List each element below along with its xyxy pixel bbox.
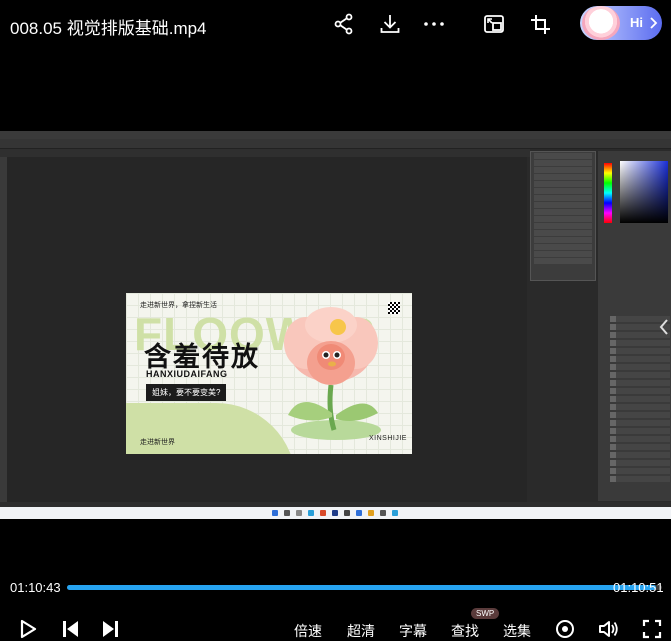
photoshop-hue-slider xyxy=(604,163,612,223)
speed-button[interactable]: 倍速 xyxy=(294,621,322,641)
fullscreen-icon[interactable] xyxy=(641,618,663,640)
search-button[interactable]: 查找 xyxy=(451,621,479,641)
photoshop-tab-bar xyxy=(0,149,530,157)
download-icon[interactable] xyxy=(378,12,402,36)
poster-tagline: 走进新世界，拿捏新生活 xyxy=(140,302,217,309)
poster-pinyin: HANXIUDAIFANG xyxy=(146,369,228,379)
top-bar: 008.05 视觉排版基础.mp4 Hi xyxy=(0,0,671,50)
settings-icon[interactable] xyxy=(554,618,576,640)
poster-button: 姐妹，要不要变美? xyxy=(146,384,227,401)
total-time: 01:10:51 xyxy=(613,580,664,595)
progress-fill xyxy=(67,585,657,590)
flower-illustration xyxy=(284,307,381,440)
next-icon[interactable] xyxy=(99,618,121,640)
chevron-left-icon[interactable] xyxy=(659,319,669,335)
poster-footer-right: XINSHIJIE xyxy=(369,435,407,442)
photoshop-options-bar xyxy=(0,139,671,149)
current-time: 01:10:43 xyxy=(10,580,61,595)
subtitle-button[interactable]: 字幕 xyxy=(399,621,427,641)
windows-taskbar xyxy=(0,507,671,519)
progress-bar[interactable] xyxy=(67,585,662,590)
photoshop-toolbar xyxy=(0,157,7,502)
photoshop-layer-list xyxy=(610,316,670,491)
search-badge: SWP xyxy=(471,608,500,619)
ai-avatar xyxy=(582,6,620,40)
share-icon[interactable] xyxy=(332,12,356,36)
ai-assistant-label: Hi xyxy=(630,15,643,30)
photoshop-color-picker xyxy=(620,161,668,223)
play-icon[interactable] xyxy=(17,618,39,640)
previous-icon[interactable] xyxy=(60,618,82,640)
chevron-right-icon xyxy=(650,17,658,29)
qr-code-icon xyxy=(388,302,400,314)
photoshop-menubar xyxy=(0,131,671,139)
design-poster: FLOOWER 走进新世界，拿捏新生活 含羞待放 HANXIUDAIFANG 姐… xyxy=(126,293,412,454)
video-frame[interactable]: FLOOWER 走进新世界，拿捏新生活 含羞待放 HANXIUDAIFANG 姐… xyxy=(0,131,671,519)
episodes-button[interactable]: 选集 xyxy=(503,621,531,641)
volume-icon[interactable] xyxy=(597,618,619,640)
quality-button[interactable]: 超清 xyxy=(347,621,375,641)
video-title: 008.05 视觉排版基础.mp4 xyxy=(10,19,207,38)
photoshop-history-panel xyxy=(530,151,596,281)
more-icon[interactable] xyxy=(422,12,446,36)
rotate-icon[interactable] xyxy=(528,12,552,36)
poster-footer-left: 走进新世界 xyxy=(140,439,175,446)
ai-assistant-button[interactable]: Hi xyxy=(580,6,662,40)
picture-in-picture-icon[interactable] xyxy=(482,12,506,36)
